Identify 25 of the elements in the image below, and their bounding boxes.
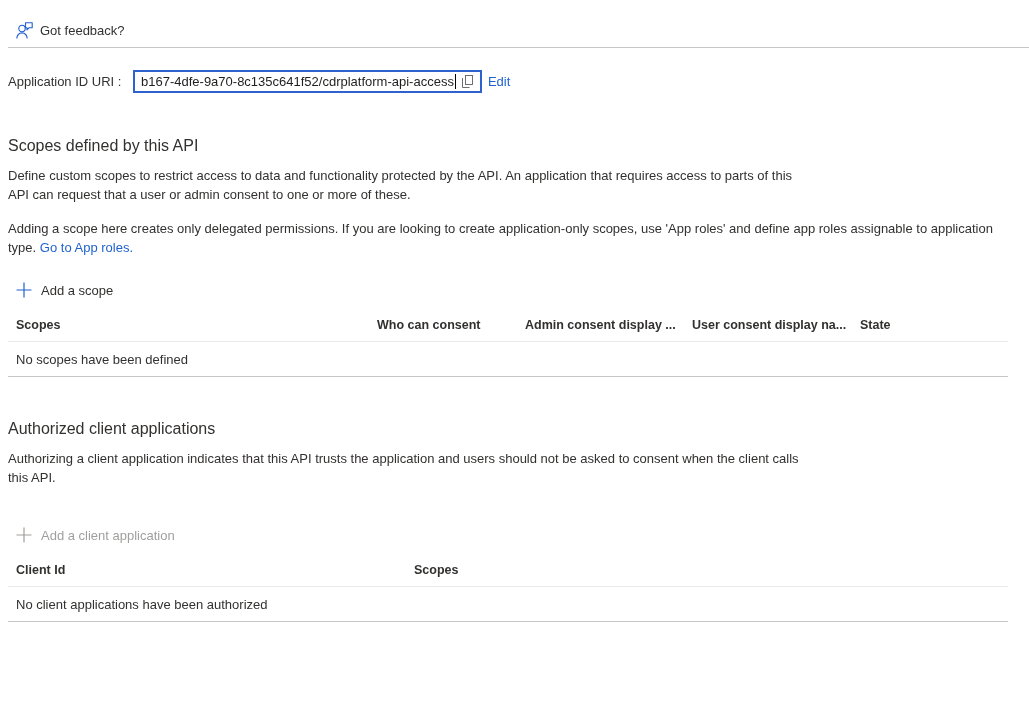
column-header: Client Id	[8, 553, 406, 587]
plus-icon	[16, 527, 32, 543]
description-text: Authorizing a client application indicates that this API trusts the application and users should not be asked to consent when the client calls this API.	[8, 450, 800, 487]
edit-link[interactable]: Edit	[487, 74, 511, 89]
text-link[interactable]: Go to App roles.	[39, 240, 134, 255]
person-feedback-icon	[16, 21, 33, 39]
text-cursor	[454, 74, 456, 89]
section-title: Authorized client applications	[8, 419, 217, 439]
section-title: Scopes defined by this API	[8, 136, 200, 156]
column-header: State	[852, 308, 1008, 342]
copy-icon[interactable]	[462, 75, 474, 88]
column-header: Scopes	[8, 308, 369, 342]
description-text: Adding a scope here creates only delegated permissions. If you are looking to create application-only scopes, use 'App roles' and define app roles assignable to application type. Go to App roles.	[8, 220, 994, 257]
feedback-button[interactable]: Got feedback?	[16, 20, 125, 40]
column-header: Admin consent display ...	[517, 308, 684, 342]
field-label: Application ID URI :	[8, 74, 123, 89]
column-header: Scopes	[406, 553, 1008, 587]
add-button[interactable]: Add a scope	[8, 274, 122, 306]
empty-message: No client applications have been authorized	[16, 596, 268, 612]
empty-message: No scopes have been defined	[16, 351, 188, 367]
description-text: Define custom scopes to restrict access to data and functionality protected by the API. An application that requires access to parts of this API can request that a user or admin consent to one or more of these.	[8, 167, 794, 204]
column-header: User consent display na...	[684, 308, 852, 342]
column-header: Who can consent	[369, 308, 517, 342]
plus-icon	[16, 282, 32, 298]
uri-field[interactable]: b167-4dfe-9a70-8c135c641f52/cdrplatform-api-access	[133, 70, 482, 93]
